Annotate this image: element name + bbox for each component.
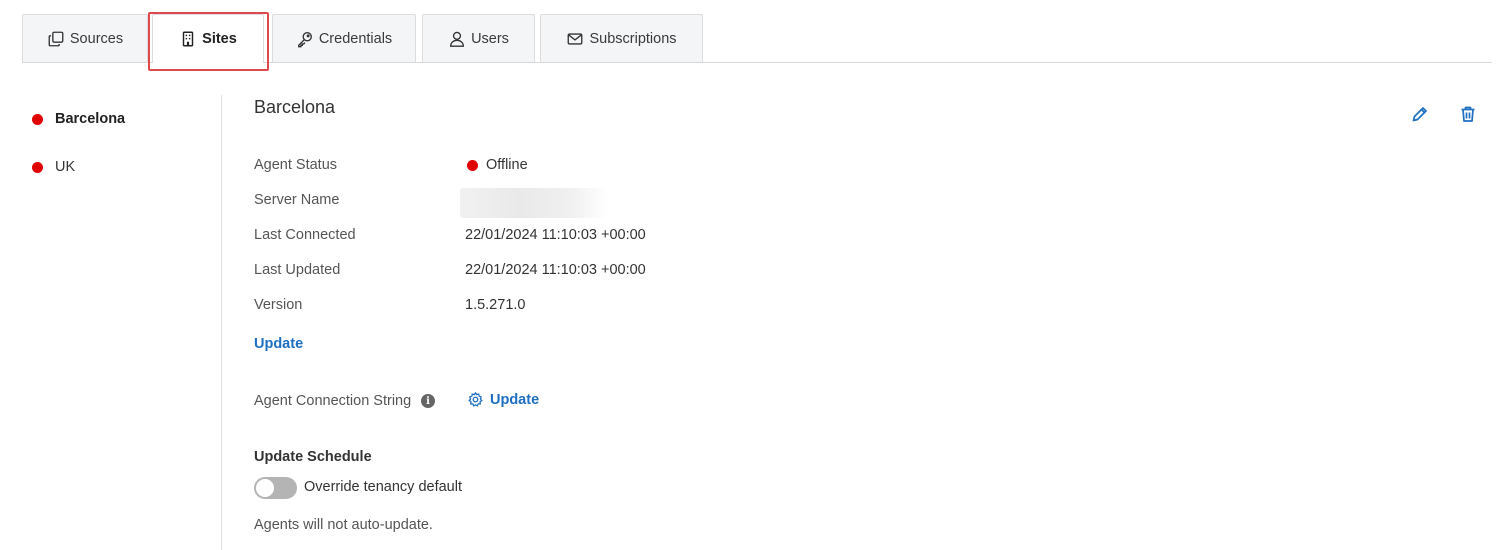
tab-sources-label: Sources [69, 30, 124, 47]
connection-string-label: Agent Connection String [254, 393, 412, 409]
tab-credentials-label: Credentials [318, 30, 393, 47]
tab-credentials[interactable]: Credentials [272, 14, 416, 62]
tab-users-label: Users [471, 30, 509, 47]
site-item-label: UK [55, 159, 76, 175]
site-item-label: Barcelona [55, 111, 126, 127]
override-tenancy-label: Override tenancy default [304, 479, 462, 495]
status-dot [32, 161, 43, 173]
update-connection-string-button[interactable]: Update [467, 391, 539, 408]
gear-icon [468, 391, 483, 407]
delete-button[interactable] [1457, 103, 1479, 125]
building-icon [182, 31, 194, 47]
key-icon [297, 31, 312, 47]
tab-bar: Sources Sites Credentials Users Subscrip… [22, 14, 1492, 63]
edit-button[interactable] [1409, 103, 1431, 125]
site-item-uk[interactable]: UK [22, 152, 217, 182]
copy-icon [48, 31, 64, 46]
override-tenancy-toggle[interactable] [254, 477, 297, 499]
pencil-icon [1412, 107, 1427, 122]
server-name-redacted [460, 188, 608, 218]
status-dot [467, 159, 478, 171]
update-schedule-title: Update Schedule [254, 449, 372, 465]
toggle-knob [256, 479, 274, 497]
update-connection-string-label: Update [490, 391, 540, 408]
update-agent-link[interactable]: Update [254, 336, 303, 352]
last-connected-value: 22/01/2024 11:10:03 +00:00 [465, 227, 646, 243]
tab-sources[interactable]: Sources [22, 14, 148, 62]
user-icon [450, 31, 465, 47]
sites-sidebar: Barcelona UK [22, 95, 222, 550]
agent-status-value: Offline [467, 157, 528, 173]
tab-users[interactable]: Users [422, 14, 535, 62]
version-value: 1.5.271.0 [465, 297, 526, 313]
version-label: Version [254, 297, 303, 313]
status-dot [32, 113, 43, 125]
tab-subscriptions[interactable]: Subscriptions [540, 14, 703, 62]
site-title: Barcelona [254, 97, 336, 117]
last-updated-label: Last Updated [254, 262, 341, 278]
tab-sites-label: Sites [202, 31, 237, 47]
envelope-icon [568, 32, 583, 45]
info-icon[interactable]: i [421, 394, 435, 408]
auto-update-note: Agents will not auto-update. [254, 517, 433, 533]
tab-sites[interactable]: Sites [152, 14, 264, 63]
server-name-label: Server Name [254, 192, 340, 208]
last-connected-label: Last Connected [254, 227, 356, 243]
last-updated-value: 22/01/2024 11:10:03 +00:00 [465, 262, 646, 278]
agent-status-label: Agent Status [254, 157, 338, 173]
trash-icon [1461, 106, 1475, 122]
site-item-barcelona[interactable]: Barcelona [22, 104, 217, 134]
tab-subscriptions-label: Subscriptions [589, 30, 677, 47]
agent-status-text: Offline [486, 157, 528, 173]
